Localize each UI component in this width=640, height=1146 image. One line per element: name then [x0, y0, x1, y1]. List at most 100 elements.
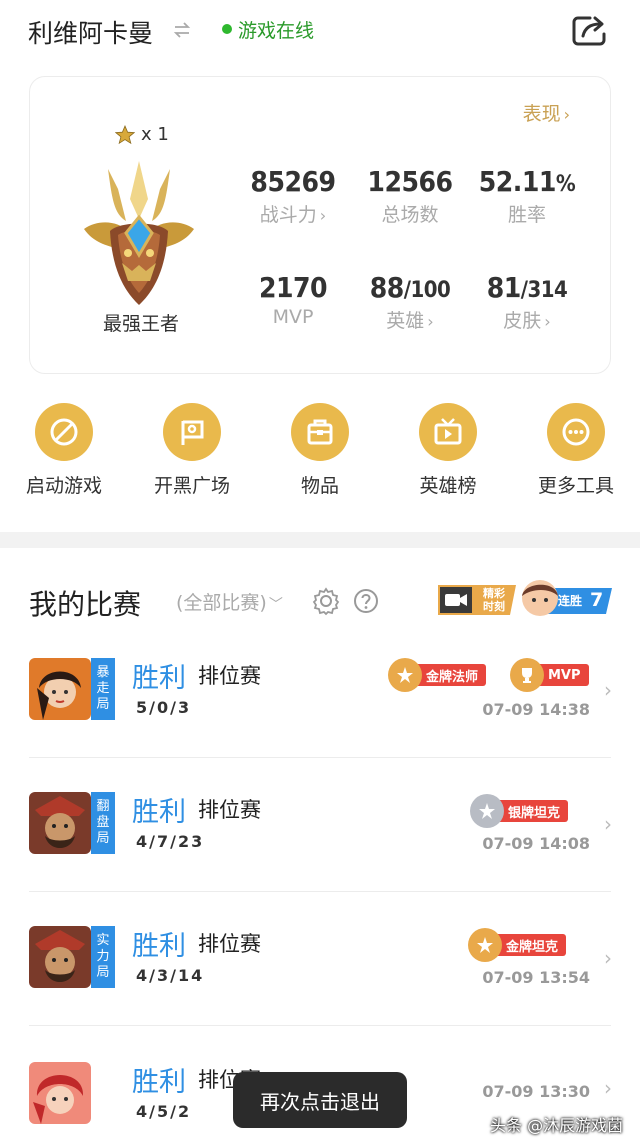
stat-power[interactable]: 85269 战斗力 › — [238, 165, 348, 227]
tool-items[interactable]: 物品 — [260, 403, 380, 498]
match-kda: 5/0/3 — [136, 698, 192, 717]
hero-ranking-icon — [419, 403, 477, 461]
row-divider — [29, 891, 611, 892]
match-time: 07-09 13:54 — [482, 968, 590, 987]
medal-gold-mage: 金牌法师 — [388, 658, 487, 692]
match-result: 胜利 — [132, 663, 186, 694]
gear-icon[interactable] — [311, 586, 341, 616]
stat-heroes-label: 英雄 › — [386, 310, 434, 332]
match-result: 胜利 — [132, 931, 186, 962]
rank-emblem-icon — [84, 161, 194, 305]
tool-items-label: 物品 — [300, 475, 339, 497]
match-mode: 排位赛 — [198, 798, 261, 822]
star-count-text: x 1 — [141, 124, 169, 145]
mode-tag: 暴走局 — [91, 658, 115, 720]
stat-mvp-label: MVP — [272, 306, 314, 328]
highlight-moments-badge[interactable]: 精彩 时刻 — [438, 585, 516, 615]
share-icon[interactable] — [570, 14, 608, 48]
match-filter-dropdown[interactable]: (全部比赛) ﹀ — [176, 588, 283, 615]
online-status: 游戏在线 — [238, 20, 315, 42]
row-divider — [29, 757, 611, 758]
match-kda: 4/3/14 — [136, 966, 205, 985]
streak-label: 连胜 — [558, 594, 583, 608]
trophy-icon — [510, 658, 544, 692]
hero-avatar — [29, 658, 91, 720]
star-count: x 1 — [115, 124, 169, 145]
match-time: 07-09 14:08 — [482, 834, 590, 853]
stat-win-rate-label: 胜率 — [507, 204, 546, 226]
win-streak-badge[interactable]: 连胜 7 — [520, 578, 612, 620]
more-icon — [547, 403, 605, 461]
highlight-badge-line2: 时刻 — [483, 600, 505, 613]
launch-game-icon — [35, 403, 93, 461]
tool-team-square[interactable]: 开黑广场 — [132, 403, 252, 498]
mode-tag: 翻盘局 — [91, 792, 115, 854]
hero-avatar — [29, 926, 91, 988]
match-kda: 4/7/23 — [136, 832, 205, 851]
tool-hero-ranking-label: 英雄榜 — [419, 475, 477, 497]
hero-avatar — [29, 1062, 91, 1124]
stat-mvp-value: 2170 — [258, 271, 328, 304]
watermark: 头条 @沐辰游戏菌 — [490, 1116, 624, 1135]
match-mode: 排位赛 — [198, 932, 261, 956]
tool-hero-ranking[interactable]: 英雄榜 — [388, 403, 508, 498]
profile-card: 表现 › x 1 最强王者 85269 战斗力 › 12566 总场数 52.11%… — [29, 76, 611, 374]
stat-total-games-label: 总场数 — [381, 204, 439, 226]
match-row[interactable]: 实力局 胜利 排位赛 4/3/14 金牌坦克 07-09 13:54 › — [0, 926, 640, 1060]
items-bag-icon — [291, 403, 349, 461]
swap-account-icon[interactable] — [172, 20, 192, 40]
gold-medal-icon — [468, 928, 502, 962]
stat-power-value: 85269 — [250, 165, 336, 198]
silver-medal-icon — [470, 794, 504, 828]
stat-win-rate: 52.11% 胜率 — [472, 165, 582, 227]
chevron-right-icon: › — [604, 946, 612, 970]
highlight-badge-line1: 精彩 — [483, 587, 505, 600]
match-row[interactable]: 暴走局 胜利 排位赛 5/0/3 金牌法师 MVP 07-09 14:38 › — [0, 658, 640, 792]
chevron-right-icon: › — [604, 678, 612, 702]
match-mode: 排位赛 — [198, 664, 261, 688]
header: 利维阿卡曼 游戏在线 — [0, 0, 640, 62]
stat-skins[interactable]: 81/314 皮肤 › — [472, 271, 582, 333]
team-square-icon — [163, 403, 221, 461]
tool-more[interactable]: 更多工具 — [516, 403, 636, 498]
stat-mvp: 2170 MVP — [238, 271, 348, 328]
match-time: 07-09 13:30 — [482, 1082, 590, 1101]
tool-team-square-label: 开黑广场 — [153, 475, 230, 497]
match-time: 07-09 14:38 — [482, 700, 590, 719]
stat-skins-value: 81/314 — [486, 271, 568, 304]
hero-avatar — [29, 792, 91, 854]
medal-gold-mage-text: 金牌法师 — [412, 664, 487, 686]
gold-medal-icon — [388, 658, 422, 692]
match-row[interactable]: 翻盘局 胜利 排位赛 4/7/23 银牌坦克 07-09 14:08 › — [0, 792, 640, 926]
medal-silver-tank-text: 银牌坦克 — [494, 800, 569, 822]
player-name[interactable]: 利维阿卡曼 — [28, 14, 153, 50]
tool-launch-game[interactable]: 启动游戏 — [4, 403, 124, 498]
section-divider — [0, 532, 640, 548]
tool-more-label: 更多工具 — [537, 475, 614, 497]
stat-power-label: 战斗力 › — [259, 204, 327, 226]
stat-total-games: 12566 总场数 — [355, 165, 465, 227]
stat-heroes[interactable]: 88/100 英雄 › — [355, 271, 465, 333]
stat-skins-label: 皮肤 › — [503, 310, 551, 332]
star-icon — [115, 124, 135, 144]
medal-gold-tank: 金牌坦克 — [468, 928, 567, 962]
row-divider — [29, 1025, 611, 1026]
performance-link[interactable]: 表现 › — [523, 99, 570, 126]
rank-name: 最强王者 — [102, 313, 179, 335]
match-kda: 4/5/2 — [136, 1102, 192, 1121]
chevron-right-icon: › — [604, 812, 612, 836]
help-icon[interactable] — [353, 588, 379, 614]
match-result: 胜利 — [132, 797, 186, 828]
medal-mvp: MVP — [510, 658, 589, 692]
chevron-right-icon: › — [604, 1076, 612, 1100]
tool-launch-game-label: 启动游戏 — [25, 475, 102, 497]
matches-title: 我的比赛 — [29, 588, 142, 621]
online-status-dot — [222, 24, 232, 34]
medal-gold-tank-text: 金牌坦克 — [492, 934, 567, 956]
match-result: 胜利 — [132, 1067, 186, 1098]
streak-count: 7 — [590, 589, 604, 611]
stat-win-rate-value: 52.11% — [478, 165, 576, 198]
exit-toast: 再次点击退出 — [233, 1072, 407, 1128]
stat-total-games-value: 12566 — [367, 165, 453, 198]
stat-heroes-value: 88/100 — [369, 271, 451, 304]
